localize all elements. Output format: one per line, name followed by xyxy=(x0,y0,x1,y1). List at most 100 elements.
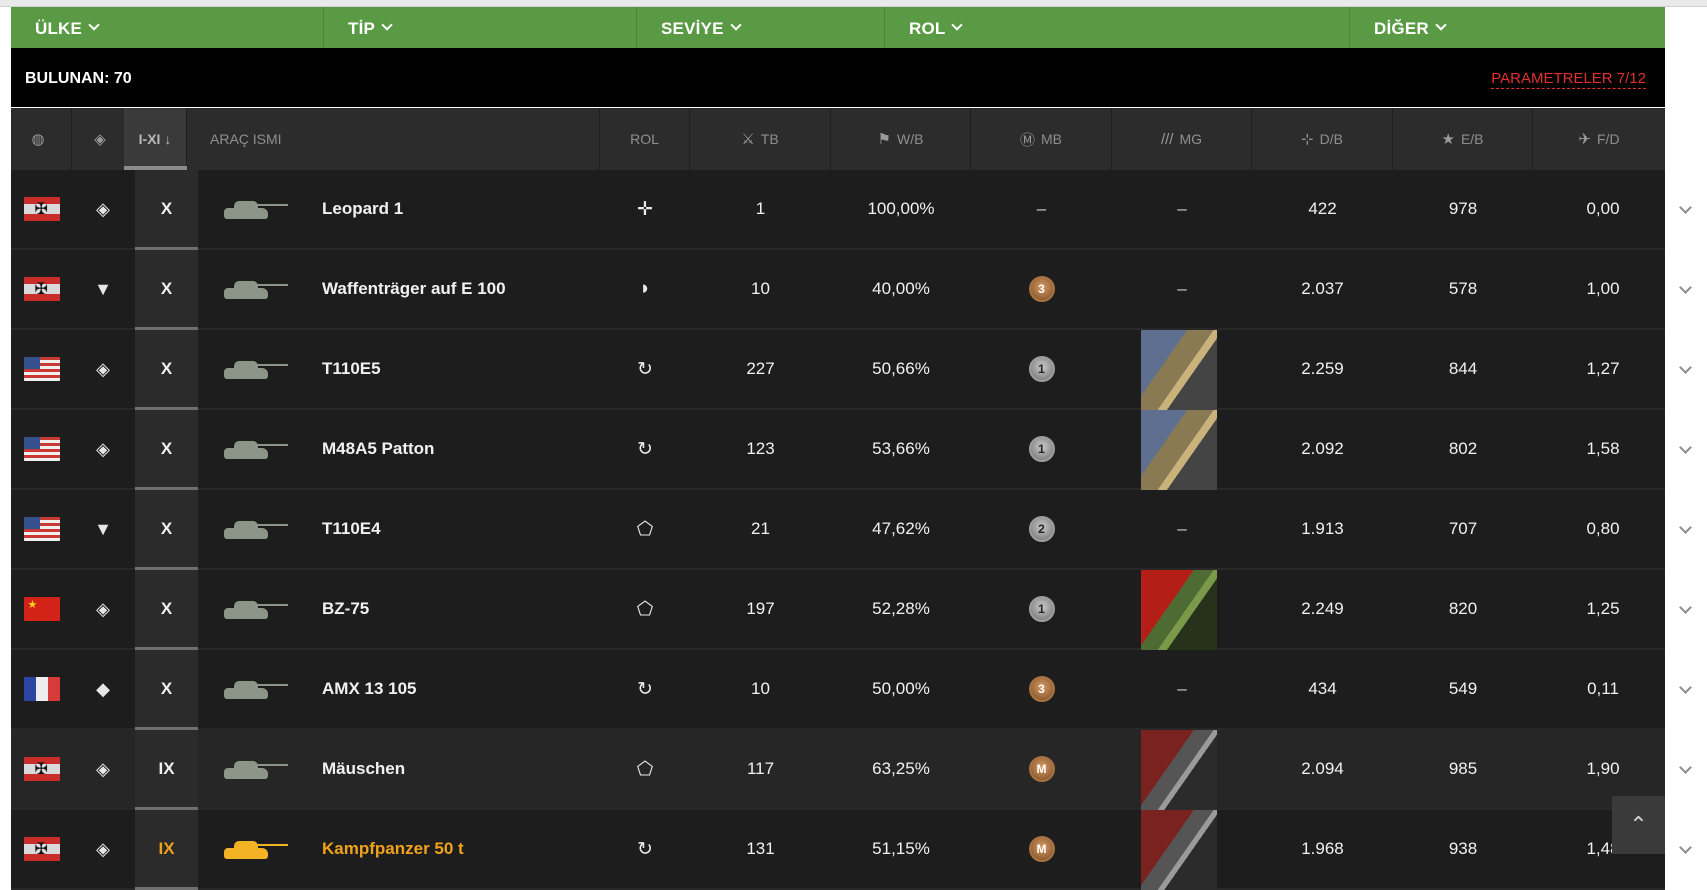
header-frags[interactable]: ✈ F/D xyxy=(1533,108,1665,170)
nation-cell xyxy=(11,570,72,648)
header-tier[interactable]: I-XI ↓ xyxy=(124,108,187,170)
header-frags-label: F/D xyxy=(1597,131,1620,147)
expand-row-button[interactable] xyxy=(1665,810,1705,888)
filter-country[interactable]: ÜLKE xyxy=(11,7,324,48)
battles-value: 227 xyxy=(746,359,775,378)
table-row[interactable]: ◈ X T110E5 ↻ 227 50,66% 1 2.259 844 1,27 xyxy=(11,330,1692,410)
vehicle-name[interactable]: Waffenträger auf E 100 xyxy=(322,250,602,328)
battles-value: 123 xyxy=(746,439,775,458)
frags-value: 1,25 xyxy=(1586,599,1620,618)
mastery-cell: 2 xyxy=(971,490,1112,568)
header-role[interactable]: ROL xyxy=(600,108,690,170)
expand-row-button[interactable] xyxy=(1665,170,1705,248)
role-icon: ↻ xyxy=(637,678,653,700)
vehicle-name[interactable]: T110E5 xyxy=(322,330,602,408)
mastery-cell: 1 xyxy=(971,330,1112,408)
chevron-down-icon xyxy=(1678,520,1692,534)
battles-value: 197 xyxy=(746,599,775,618)
filter-type[interactable]: TİP xyxy=(324,7,637,48)
mastery-cell: 1 xyxy=(971,410,1112,488)
globe-icon: ◍ xyxy=(31,131,45,148)
vehicle-name[interactable]: M48A5 Patton xyxy=(322,410,602,488)
expand-row-button[interactable] xyxy=(1665,730,1705,808)
type-cell: ◈ xyxy=(72,330,134,408)
table-row[interactable]: ▼ X Waffenträger auf E 100 ◗ 10 40,00% 3 – 2.037… xyxy=(11,250,1692,330)
header-vehicle-name[interactable]: ARAÇ ISMI xyxy=(187,108,600,170)
type-cell: ◈ xyxy=(72,730,134,808)
expand-row-button[interactable] xyxy=(1665,650,1705,728)
vehicle-name[interactable]: Mäuschen xyxy=(322,730,602,808)
table-row[interactable]: ◈ X M48A5 Patton ↻ 123 53,66% 1 2.092 802 1,58 xyxy=(11,410,1692,490)
header-mastery-label: MB xyxy=(1041,131,1062,147)
nation-cell xyxy=(11,810,72,888)
vehicle-image-cell xyxy=(210,570,300,648)
role-icon: ⬠ xyxy=(636,518,654,540)
vehicle-image-cell xyxy=(210,410,300,488)
chevron-down-icon xyxy=(1678,440,1692,454)
mastery-badge-icon: 1 xyxy=(1028,596,1055,622)
expand-row-button[interactable] xyxy=(1665,250,1705,328)
chevron-down-icon xyxy=(1678,680,1692,694)
expand-row-button[interactable] xyxy=(1665,330,1705,408)
vehicle-name[interactable]: BZ-75 xyxy=(322,570,602,648)
chevron-down-icon xyxy=(729,19,742,31)
header-country[interactable]: ◍ xyxy=(11,108,72,170)
header-mastery[interactable]: Ⓜ MB xyxy=(971,108,1112,170)
filter-other[interactable]: DİĞER xyxy=(1350,7,1665,48)
winrate-value: 50,66% xyxy=(872,359,930,378)
header-winrate[interactable]: ⚑ W/B xyxy=(831,108,971,170)
header-marks[interactable]: /// MG xyxy=(1112,108,1252,170)
header-experience[interactable]: ★ E/B xyxy=(1393,108,1533,170)
expand-row-button[interactable] xyxy=(1665,410,1705,488)
expand-row-button[interactable] xyxy=(1665,490,1705,568)
nation-flag-icon xyxy=(23,357,60,381)
table-row[interactable]: ◈IXKampfpanzer 50 t↻13151,15%M1.9689381,… xyxy=(11,810,1692,890)
scroll-to-top-button[interactable]: ⌃ xyxy=(1612,796,1665,854)
gun-marks-image xyxy=(1141,330,1217,410)
vehicle-image-cell xyxy=(210,650,300,728)
filter-tier[interactable]: SEVİYE xyxy=(637,7,885,48)
tier-cell: X xyxy=(135,410,198,488)
type-cell: ◈ xyxy=(72,170,134,248)
tier-cell: X xyxy=(135,250,198,328)
chevron-down-icon xyxy=(381,19,393,31)
vehicle-name[interactable]: AMX 13 105 xyxy=(322,650,602,728)
mastery-badge-icon: M xyxy=(1028,836,1055,862)
vehicle-class-icon: ◈ xyxy=(96,838,110,859)
chevron-down-icon xyxy=(1678,200,1692,214)
vehicle-name[interactable]: Kampfpanzer 50 t xyxy=(322,810,602,888)
header-winrate-label: W/B xyxy=(897,131,924,147)
role-cell: ↻ xyxy=(600,330,690,408)
chevron-down-icon xyxy=(1678,760,1692,774)
winrate-value: 63,25% xyxy=(872,759,930,778)
filter-role[interactable]: ROL xyxy=(885,7,1350,48)
marks-empty: – xyxy=(1177,279,1187,298)
vehicle-class-icon: ▼ xyxy=(94,518,112,539)
header-battles[interactable]: ⚔ TB xyxy=(690,108,831,170)
vehicle-image-cell xyxy=(210,730,300,808)
nation-flag-icon xyxy=(23,837,60,861)
header-experience-label: E/B xyxy=(1460,131,1484,147)
vehicle-name[interactable]: T110E4 xyxy=(322,490,602,568)
crossed-swords-icon: ⚔ xyxy=(741,131,755,148)
header-marks-label: MG xyxy=(1179,131,1203,147)
damage-icon: ⊹ xyxy=(1301,131,1314,148)
damage-value: 434 xyxy=(1308,679,1337,698)
expand-row-button[interactable] xyxy=(1665,570,1705,648)
tank-silhouette-icon xyxy=(220,436,290,462)
table-row[interactable]: ◆ X AMX 13 105 ↻ 10 50,00% 3 – 434 549 0,11 xyxy=(11,650,1692,730)
vehicle-name[interactable]: Leopard 1 xyxy=(322,170,602,248)
vehicle-image-cell xyxy=(210,330,300,408)
type-cell: ◆ xyxy=(72,650,134,728)
header-damage[interactable]: ⊹ D/B xyxy=(1252,108,1393,170)
table-row[interactable]: ◈ X BZ-75 ⬠ 197 52,28% 1 2.249 820 1,25 xyxy=(11,570,1692,650)
gun-marks-image xyxy=(1141,810,1217,890)
table-row[interactable]: ◈IXMäuschen⬠11763,25%M2.0949851,90 xyxy=(11,730,1692,810)
gun-marks-image xyxy=(1141,730,1217,810)
table-row[interactable]: ▼ X T110E4 ⬠ 21 47,62% 2 – 1.913 707 0,80 xyxy=(11,490,1692,570)
table-row[interactable]: ◈ X Leopard 1 ✛ 1 100,00% – – 422 978 0,00 xyxy=(11,170,1692,250)
parameters-link[interactable]: PARAMETRELER 7/12 xyxy=(1491,70,1646,89)
vehicle-image-cell xyxy=(210,810,300,888)
battles-value: 131 xyxy=(746,839,775,858)
mastery-cell: – xyxy=(971,170,1112,248)
